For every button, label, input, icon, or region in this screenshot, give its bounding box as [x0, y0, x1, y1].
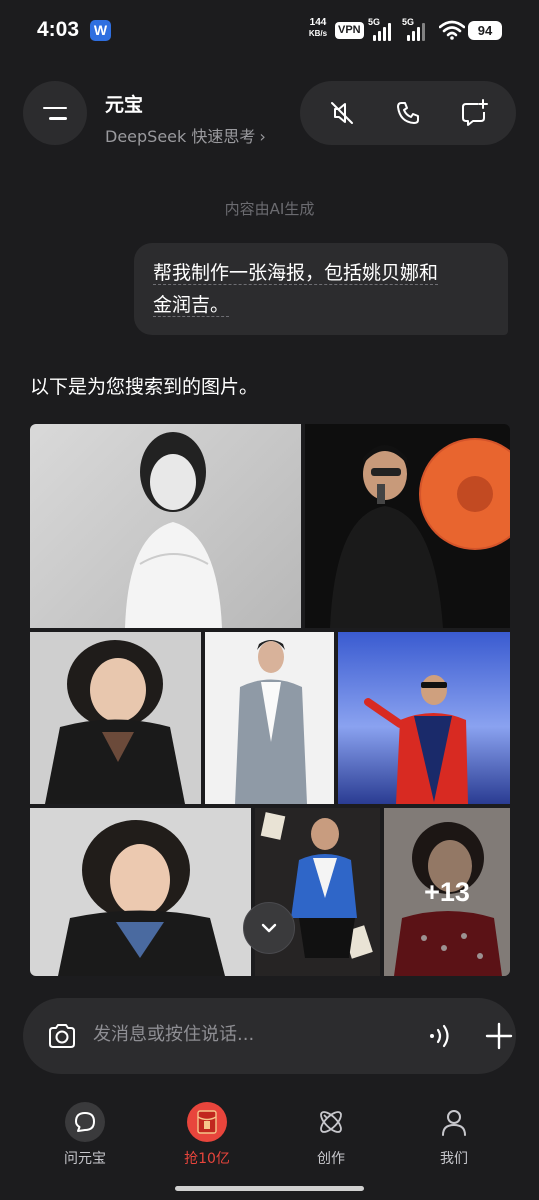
gallery-image-4[interactable] [205, 632, 334, 804]
app-notification-icon: W [90, 20, 111, 41]
gallery-image-3[interactable] [30, 632, 201, 804]
tab-red-envelope[interactable]: 抢10亿 [157, 1102, 257, 1168]
tab-create[interactable]: 创作 [281, 1102, 381, 1168]
gallery-image-1[interactable] [30, 424, 301, 628]
chevron-right-icon: › [259, 127, 266, 146]
camera-icon[interactable] [46, 1020, 78, 1052]
app-title: 元宝 [105, 94, 144, 116]
network-speed: 144 KB/s [304, 17, 332, 39]
red-envelope-icon [187, 1102, 227, 1142]
chat-title-block[interactable]: 元宝 DeepSeek 快速思考 › [105, 90, 266, 147]
model-name: DeepSeek 快速思考 [105, 127, 256, 146]
message-input-bar [23, 998, 516, 1074]
chevron-down-icon [261, 923, 277, 933]
more-images-count[interactable]: +13 [384, 808, 510, 976]
battery-icon: 94 [468, 21, 502, 40]
gallery-image-6[interactable] [30, 808, 251, 976]
tab-label: 抢10亿 [184, 1151, 230, 1167]
tab-label: 问元宝 [64, 1151, 106, 1167]
header-actions [300, 81, 516, 145]
gallery-image-8[interactable]: +13 [384, 808, 510, 976]
vpn-icon: VPN [335, 22, 364, 39]
phone-call-icon[interactable] [392, 97, 424, 129]
user-message-bubble[interactable]: 帮我制作一张海报，包括姚贝娜和 金润吉。 [134, 243, 508, 335]
signal-1-icon: 5G [368, 17, 402, 41]
status-bar: 4:03 W 144 KB/s VPN 5G 5G 94 [0, 0, 539, 64]
gallery-image-5[interactable] [338, 632, 510, 804]
menu-button[interactable] [23, 81, 87, 145]
scroll-to-bottom-button[interactable] [243, 902, 295, 954]
user-message-line-2: 金润吉。 [153, 294, 230, 317]
gallery-image-2[interactable] [305, 424, 510, 628]
voice-input-icon[interactable] [423, 1020, 455, 1052]
mute-speaker-icon[interactable] [326, 97, 358, 129]
plus-icon[interactable] [483, 1020, 515, 1052]
signal-2-icon: 5G [402, 17, 436, 41]
tab-me[interactable]: 我们 [404, 1102, 504, 1168]
message-input[interactable] [93, 1024, 383, 1045]
bottom-tab-bar: 问元宝 抢10亿 创作 我们 [0, 1092, 539, 1200]
tab-ask-yuanbao[interactable]: 问元宝 [35, 1102, 135, 1168]
chat-bubble-icon [65, 1102, 105, 1142]
ai-generated-notice: 内容由AI生成 [224, 200, 315, 218]
new-chat-icon[interactable] [458, 97, 490, 129]
user-message-line-1: 帮我制作一张海报，包括姚贝娜和 [153, 262, 439, 285]
tab-label: 创作 [317, 1151, 345, 1167]
network-speed-value: 144 [309, 17, 327, 28]
image-gallery: +13 [30, 424, 510, 976]
tab-label: 我们 [440, 1151, 468, 1167]
atom-icon [311, 1102, 351, 1142]
home-indicator[interactable] [175, 1186, 364, 1191]
wifi-icon [439, 20, 465, 40]
model-selector[interactable]: DeepSeek 快速思考 › [105, 123, 266, 147]
assistant-reply-text: 以下是为您搜索到的图片。 [30, 376, 259, 398]
person-icon [434, 1102, 474, 1142]
network-speed-unit: KB/s [308, 29, 328, 38]
status-time: 4:03 [37, 18, 80, 41]
